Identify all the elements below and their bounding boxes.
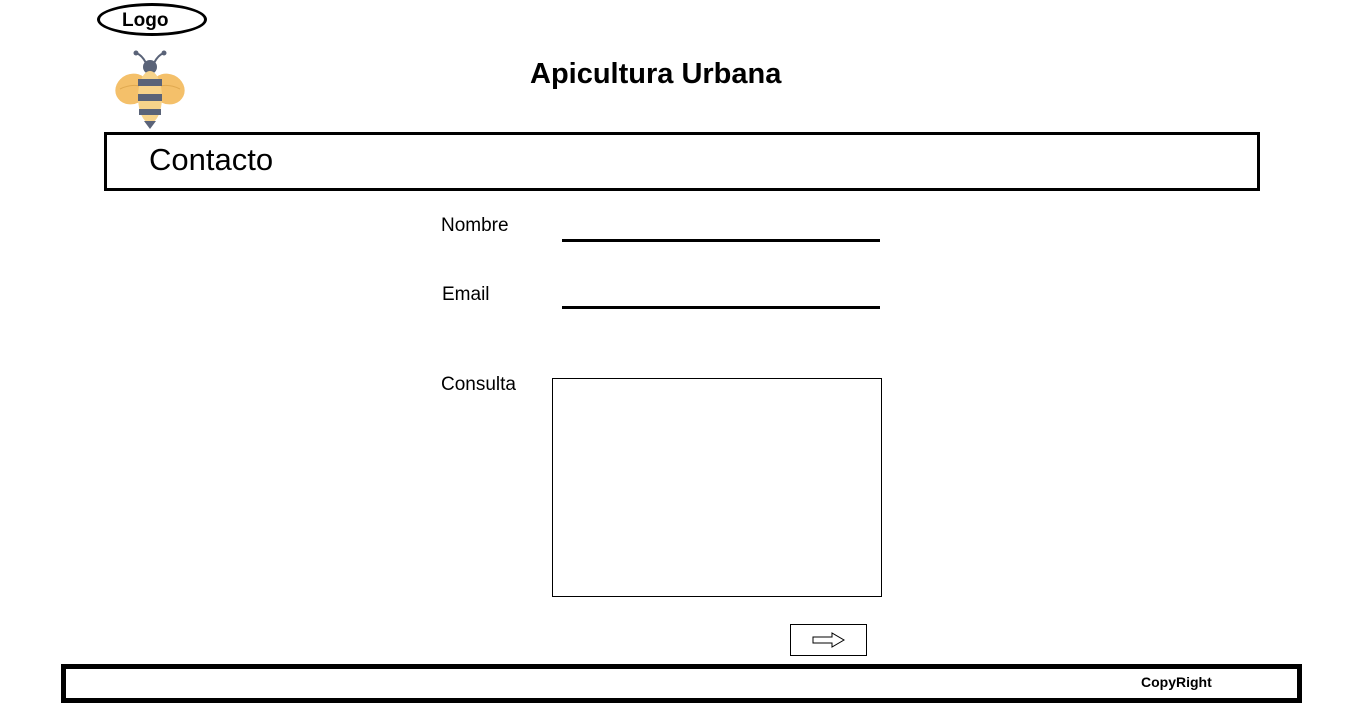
section-title: Contacto	[149, 142, 274, 177]
copyright-text: CopyRight	[1141, 674, 1212, 690]
footer: CopyRight	[61, 664, 1302, 703]
consulta-textarea[interactable]	[552, 378, 882, 597]
arrow-right-icon	[812, 632, 845, 648]
consulta-label: Consulta	[441, 374, 516, 395]
nombre-label: Nombre	[441, 215, 509, 236]
nombre-input[interactable]	[562, 218, 880, 242]
email-input[interactable]	[562, 285, 880, 309]
logo-text: Logo	[122, 10, 169, 31]
site-title: Apicultura Urbana	[530, 58, 782, 90]
bee-icon	[115, 50, 185, 129]
logo-placeholder[interactable]: Logo	[97, 3, 207, 36]
email-label: Email	[442, 284, 490, 305]
section-header: Contacto	[104, 132, 1260, 191]
submit-button[interactable]	[790, 624, 867, 656]
